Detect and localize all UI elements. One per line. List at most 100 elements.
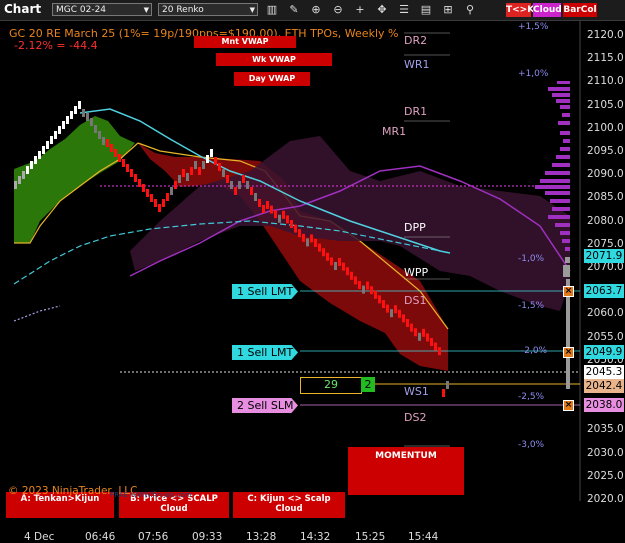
chevron-down-icon: ▼ — [249, 6, 255, 14]
renko-brick — [98, 131, 101, 139]
volume-profile-gray — [563, 257, 570, 389]
sell-limit-order-2[interactable]: 1 Sell LMT — [232, 345, 298, 360]
pivot-ds1-label: DS1 — [404, 294, 427, 307]
drawing-tool-icon[interactable]: ✎ — [286, 2, 302, 17]
renko-brick — [414, 328, 417, 337]
renko-brick — [170, 187, 173, 195]
x-axis-label-4: 13:28 — [246, 531, 277, 543]
attach-icon[interactable]: ⚲ — [462, 2, 478, 17]
position-quantity: 29 — [324, 378, 338, 391]
renko-brick — [258, 199, 261, 207]
weekly-vwap-button[interactable]: Wk VWAP — [216, 53, 332, 66]
sell-limit-order-1[interactable]: 1 Sell LMT — [232, 284, 298, 299]
pivot-ds2-label: DS2 — [404, 411, 427, 424]
renko-brick — [238, 181, 241, 189]
renko-brick — [70, 111, 73, 119]
data-box-icon[interactable]: ▤ — [418, 2, 434, 17]
x-axis-label-5: 14:32 — [300, 531, 331, 543]
instrument-value: MGC 02-24 — [56, 5, 107, 15]
renko-brick — [278, 214, 281, 223]
renko-brick — [230, 181, 233, 189]
renko-brick — [174, 181, 177, 189]
renko-brick — [306, 238, 309, 247]
chart-canvas — [13, 21, 581, 501]
x-axis-label-7: 15:44 — [408, 531, 439, 543]
bar-style-icon[interactable]: ▥ — [264, 2, 280, 17]
renko-brick — [346, 267, 349, 276]
pct-label-plus1-5: +1,5% — [518, 22, 549, 32]
renko-brick — [198, 167, 201, 175]
renko-brick — [366, 281, 369, 290]
renko-brick — [162, 199, 165, 207]
renko-brick — [38, 151, 41, 159]
crosshair-icon[interactable]: + — [352, 2, 368, 17]
daily-vwap-button[interactable]: Day VWAP — [234, 72, 310, 86]
tenkan-kijun-toggle-button[interactable]: T<>K — [506, 3, 534, 17]
cancel-order-1-icon[interactable]: × — [563, 286, 574, 297]
renko-brick — [406, 319, 409, 327]
pivot-dpp-label: DPP — [404, 221, 426, 234]
ichimoku-cloud-green — [14, 116, 135, 243]
y-axis-tick-label: 2035.0 — [587, 423, 624, 436]
renko-brick — [46, 141, 49, 149]
x-axis-label-3: 09:33 — [192, 531, 223, 543]
renko-brick — [122, 159, 125, 167]
renko-brick — [370, 286, 373, 295]
price-tag-last: 2045.3 — [584, 365, 624, 379]
cancel-order-3-icon[interactable]: × — [563, 400, 574, 411]
bar-type-selector[interactable]: 20 Renko ▼ — [158, 3, 258, 16]
sell-stop-market-order[interactable]: 2 Sell SLM — [232, 398, 298, 413]
instrument-selector[interactable]: MGC 02-24 ▼ — [52, 3, 152, 16]
renko-brick — [442, 389, 445, 397]
signal-c-button[interactable]: C: Kijun <> Scalp Cloud — [233, 492, 345, 518]
barcol-toggle-button[interactable]: BarCol — [563, 3, 597, 17]
pct-label-minus2-0: -2,0% — [521, 346, 548, 356]
pivot-wr1-label: WR1 — [404, 58, 430, 71]
zoom-out-icon[interactable]: ⊖ — [330, 2, 346, 17]
lower-band-dotted — [13, 305, 61, 322]
renko-brick — [326, 252, 329, 261]
y-axis-tick-label: 2095.0 — [587, 145, 624, 157]
renko-brick — [110, 144, 113, 152]
position-box[interactable]: 29 — [300, 377, 362, 394]
renko-brick — [378, 295, 381, 304]
renko-brick — [18, 176, 21, 184]
cancel-order-2-icon[interactable]: × — [563, 347, 574, 358]
renko-brick — [250, 187, 253, 195]
renko-brick — [266, 201, 269, 209]
renko-brick — [50, 136, 53, 144]
y-axis-tick-label: 2060.0 — [587, 307, 624, 320]
price-tag-sell-lmt-1: 2063.7 — [584, 284, 624, 298]
renko-brick — [62, 121, 65, 129]
zoom-in-icon[interactable]: ⊕ — [308, 2, 324, 17]
renko-brick — [426, 333, 429, 342]
momentum-panel: MOMENTUM — [348, 447, 464, 495]
monthly-vwap-button[interactable]: Mnt VWAP — [194, 36, 296, 48]
renko-brick — [142, 184, 145, 192]
renko-brick — [242, 175, 245, 183]
renko-brick — [374, 290, 377, 299]
chart-trader-icon[interactable]: ⊞ — [440, 2, 456, 17]
move-icon[interactable]: ✥ — [374, 2, 390, 17]
price-tag-stop: 2038.0 — [584, 398, 624, 412]
renko-brick — [166, 193, 169, 201]
renko-brick — [190, 167, 193, 175]
y-axis-tick-label: 2025.0 — [587, 469, 624, 482]
renko-brick — [358, 281, 361, 289]
cloud-toggle-button[interactable]: Cloud — [533, 3, 562, 17]
renko-brick — [246, 181, 249, 189]
y-axis-tick-label: 2075.0 — [587, 237, 624, 250]
renko-brick — [14, 181, 17, 189]
renko-brick — [422, 328, 425, 337]
renko-brick — [202, 161, 205, 169]
price-chart-panel[interactable]: GC 20 RE March 25 (1%= 19p/190pps=$190.0… — [0, 21, 625, 543]
properties-icon[interactable]: ☰ — [396, 2, 412, 17]
renko-brick — [178, 175, 181, 183]
pivot-wpp-label: WPP — [404, 266, 429, 279]
renko-brick — [102, 137, 105, 145]
renko-brick — [82, 109, 85, 117]
renko-brick — [234, 187, 237, 195]
renko-brick — [106, 139, 109, 147]
x-axis-label-0: 4 Dec — [24, 531, 55, 543]
renko-brick — [94, 125, 97, 133]
